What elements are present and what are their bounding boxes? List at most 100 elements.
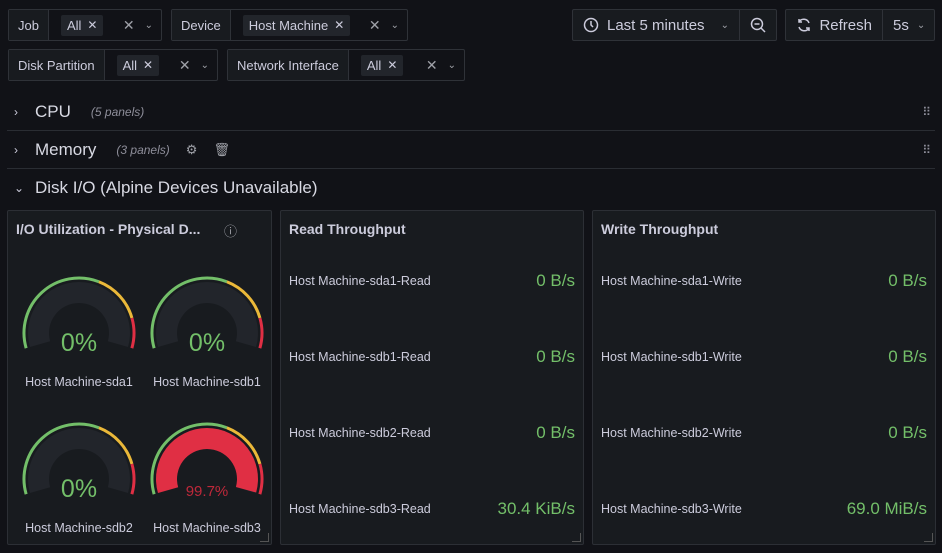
clock-icon bbox=[583, 17, 599, 33]
stat-item: Host Machine-sdb3-Read 30.4 KiB/s bbox=[289, 499, 575, 519]
stat-item: Host Machine-sdb1-Write 0 B/s bbox=[601, 347, 927, 367]
refresh-label: Refresh bbox=[819, 16, 872, 34]
gauge-name: Host Machine-sda1 bbox=[25, 375, 133, 389]
stat-name: Host Machine-sda1-Read bbox=[289, 274, 431, 288]
drag-handle-icon[interactable]: ⠿ bbox=[922, 105, 935, 119]
chip-text: Host Machine bbox=[248, 17, 329, 33]
clear-icon[interactable]: ✕ bbox=[426, 57, 438, 74]
gauge-value: 0% bbox=[60, 329, 98, 357]
gauge-value: 99.7% bbox=[185, 483, 229, 500]
gauge-name: Host Machine-sdb2 bbox=[25, 521, 133, 535]
chevron-right-icon[interactable]: › bbox=[7, 143, 29, 157]
value-chip[interactable]: All ✕ bbox=[60, 14, 104, 36]
zoom-out-button[interactable] bbox=[739, 10, 776, 40]
refresh-picker[interactable]: Refresh 5s ⌄ bbox=[785, 9, 935, 41]
remove-icon[interactable]: ✕ bbox=[334, 18, 344, 32]
panel-count: (3 panels) bbox=[116, 142, 170, 157]
zoom-out-icon bbox=[750, 17, 766, 33]
row-title[interactable]: Disk I/O (Alpine Devices Unavailable) bbox=[35, 178, 318, 198]
chevron-down-icon[interactable]: ⌄ bbox=[448, 60, 456, 71]
chevron-down-icon[interactable]: ⌄ bbox=[7, 181, 29, 195]
panel-title[interactable]: Write Throughput bbox=[601, 221, 718, 237]
clear-icon[interactable]: ✕ bbox=[369, 17, 381, 34]
gauge: 99.7% Host Machine-sdb3 bbox=[143, 413, 271, 553]
value-chip[interactable]: All ✕ bbox=[116, 54, 160, 76]
info-icon[interactable]: ⓘ bbox=[224, 221, 237, 240]
stat-value: 0 B/s bbox=[888, 347, 927, 366]
stat-item: Host Machine-sda1-Write 0 B/s bbox=[601, 271, 927, 291]
variable-label: Disk Partition bbox=[9, 50, 105, 80]
variable-job[interactable]: Job All ✕ ✕ ⌄ bbox=[8, 9, 162, 41]
clear-icon[interactable]: ✕ bbox=[179, 57, 191, 74]
value-chip[interactable]: Host Machine ✕ bbox=[242, 14, 351, 36]
panel-title[interactable]: I/O Utilization - Physical D... bbox=[16, 221, 200, 237]
row-memory[interactable]: › Memory (3 panels) ⚙ 🗑 ⠿ bbox=[7, 131, 935, 169]
stat-name: Host Machine-sdb1-Write bbox=[601, 350, 742, 364]
chevron-down-icon: ⌄ bbox=[916, 19, 926, 31]
stat-name: Host Machine-sda1-Write bbox=[601, 274, 742, 288]
panel-write-throughput: Write Throughput Host Machine-sda1-Write… bbox=[592, 210, 936, 545]
trash-icon[interactable]: 🗑 bbox=[213, 142, 230, 158]
gauge-name: Host Machine-sdb3 bbox=[153, 521, 261, 535]
panel-count: (5 panels) bbox=[90, 104, 145, 119]
variable-label: Device bbox=[172, 10, 231, 40]
stat-value: 0 B/s bbox=[888, 271, 927, 290]
gauge: 0% Host Machine-sda1 bbox=[15, 267, 143, 407]
refresh-button[interactable]: Refresh bbox=[786, 10, 882, 40]
gauge-name: Host Machine-sdb1 bbox=[153, 375, 261, 389]
row-cpu[interactable]: › CPU (5 panels) ⠿ bbox=[7, 93, 935, 131]
row-title[interactable]: Memory bbox=[35, 140, 96, 160]
chevron-down-icon: ⌄ bbox=[720, 19, 729, 31]
stat-value: 30.4 KiB/s bbox=[497, 499, 576, 518]
stat-item: Host Machine-sdb1-Read 0 B/s bbox=[289, 347, 575, 367]
variable-disk-partition[interactable]: Disk Partition All ✕ ✕ ⌄ bbox=[8, 49, 218, 81]
stat-name: Host Machine-sdb3-Write bbox=[601, 502, 742, 516]
remove-icon[interactable]: ✕ bbox=[143, 58, 153, 72]
chip-text: All bbox=[122, 57, 138, 73]
gauge-value: 0% bbox=[60, 475, 98, 503]
chevron-down-icon[interactable]: ⌄ bbox=[145, 20, 153, 31]
stat-value: 0 B/s bbox=[888, 423, 927, 442]
stat-item: Host Machine-sdb3-Write 69.0 MiB/s bbox=[601, 499, 927, 519]
resize-handle[interactable] bbox=[260, 533, 269, 542]
stat-value: 69.0 MiB/s bbox=[846, 499, 927, 518]
resize-handle[interactable] bbox=[572, 533, 581, 542]
stat-item: Host Machine-sdb2-Read 0 B/s bbox=[289, 423, 575, 443]
time-picker[interactable]: Last 5 minutes ⌄ bbox=[572, 9, 777, 41]
variable-label: Job bbox=[9, 10, 49, 40]
drag-handle-icon[interactable]: ⠿ bbox=[922, 143, 935, 157]
stat-name: Host Machine-sdb2-Write bbox=[601, 426, 742, 440]
variable-device[interactable]: Device Host Machine ✕ ✕ ⌄ bbox=[171, 9, 408, 41]
stat-name: Host Machine-sdb2-Read bbox=[289, 426, 431, 440]
stat-value: 0 B/s bbox=[536, 271, 575, 290]
stat-value: 0 B/s bbox=[536, 423, 575, 442]
remove-icon[interactable]: ✕ bbox=[87, 18, 97, 32]
clear-icon[interactable]: ✕ bbox=[123, 17, 135, 34]
refresh-interval-select[interactable]: 5s ⌄ bbox=[882, 10, 935, 40]
stat-item: Host Machine-sda1-Read 0 B/s bbox=[289, 271, 575, 291]
resize-handle[interactable] bbox=[924, 533, 933, 542]
gear-icon[interactable]: ⚙ bbox=[186, 142, 198, 158]
chevron-down-icon[interactable]: ⌄ bbox=[201, 60, 209, 71]
row-disk-io[interactable]: ⌄ Disk I/O (Alpine Devices Unavailable) bbox=[7, 169, 935, 207]
value-chip[interactable]: All ✕ bbox=[360, 54, 404, 76]
refresh-icon bbox=[798, 18, 810, 32]
gauge: 0% Host Machine-sdb2 bbox=[15, 413, 143, 553]
gauge: 0% Host Machine-sdb1 bbox=[143, 267, 271, 407]
remove-icon[interactable]: ✕ bbox=[387, 58, 397, 72]
panel-read-throughput: Read Throughput Host Machine-sda1-Read 0 … bbox=[280, 210, 584, 545]
panel-io-utilization: I/O Utilization - Physical D... ⓘ 0% Host… bbox=[7, 210, 272, 545]
variable-label: Network Interface bbox=[228, 50, 349, 80]
chevron-right-icon[interactable]: › bbox=[7, 105, 29, 119]
time-range-label: Last 5 minutes bbox=[607, 16, 705, 34]
variable-network-interface[interactable]: Network Interface All ✕ ✕ ⌄ bbox=[227, 49, 465, 81]
panel-title[interactable]: Read Throughput bbox=[289, 221, 406, 237]
gauge-value: 0% bbox=[188, 329, 226, 357]
stat-name: Host Machine-sdb3-Read bbox=[289, 502, 431, 516]
chevron-down-icon[interactable]: ⌄ bbox=[391, 20, 399, 31]
stat-item: Host Machine-sdb2-Write 0 B/s bbox=[601, 423, 927, 443]
stat-value: 0 B/s bbox=[536, 347, 575, 366]
time-range-button[interactable]: Last 5 minutes ⌄ bbox=[573, 10, 739, 40]
row-title[interactable]: CPU bbox=[35, 102, 71, 122]
chip-text: All bbox=[366, 57, 382, 73]
